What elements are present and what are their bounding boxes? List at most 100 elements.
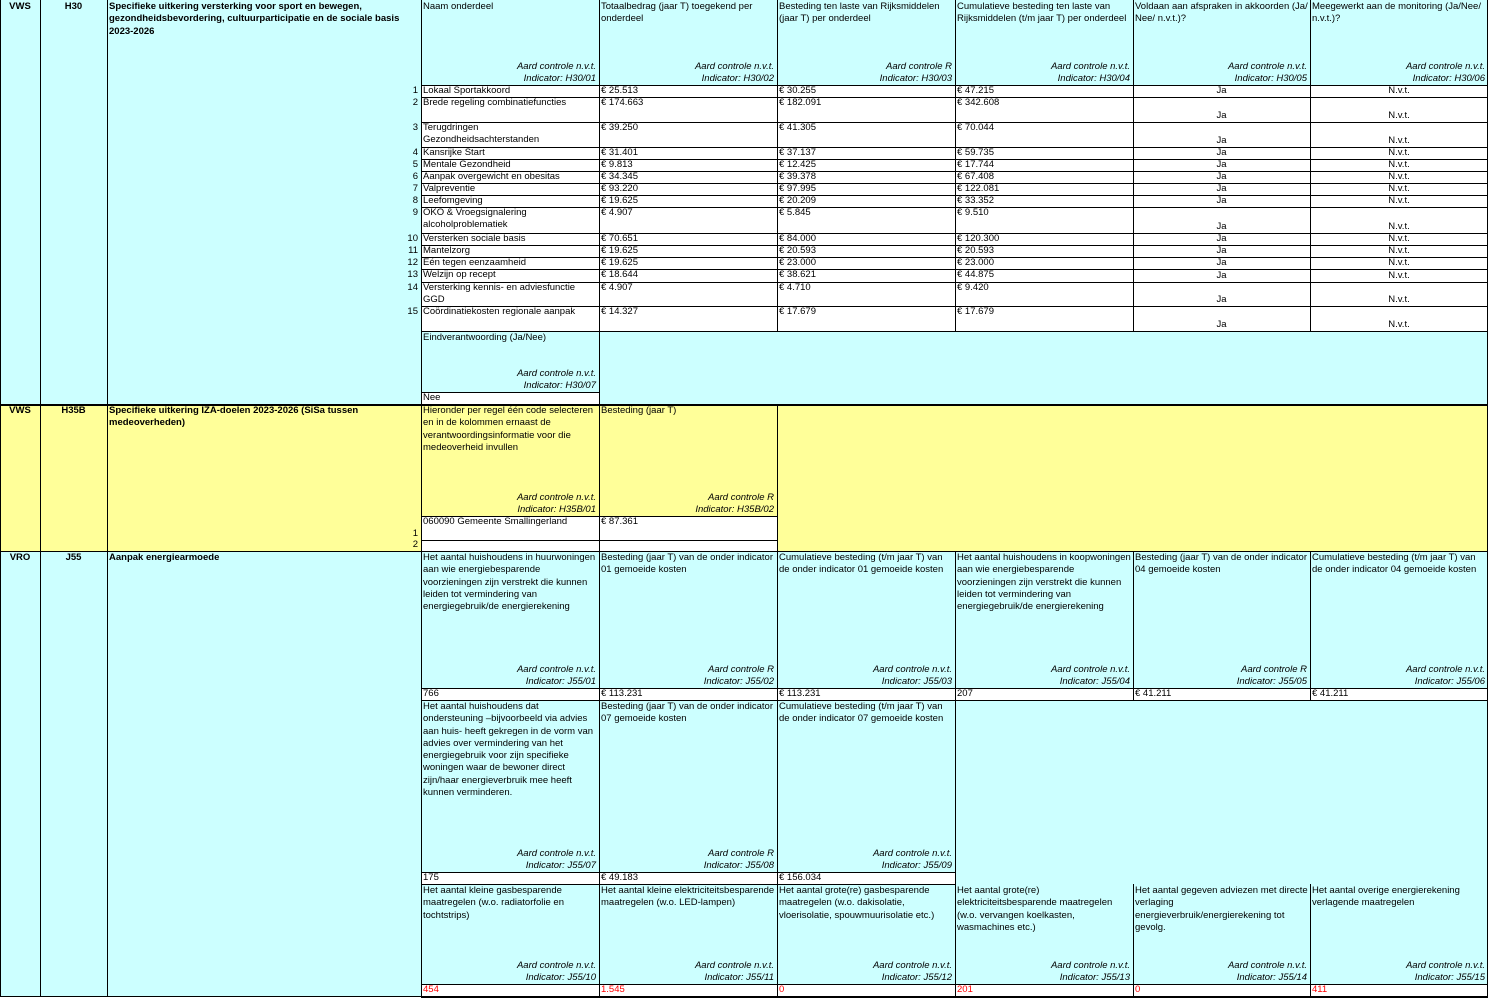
table-cell-spent[interactable]: € 30.255: [777, 85, 955, 97]
table-cell-monitoring[interactable]: N.v.t.: [1310, 245, 1488, 257]
table-cell-spent[interactable]: € 39.378: [777, 171, 955, 183]
medeoverheid-select[interactable]: [421, 540, 599, 551]
table-cell-monitoring[interactable]: N.v.t.: [1310, 233, 1488, 245]
table-cell-agreed[interactable]: Ja: [1133, 282, 1310, 306]
table-cell-cumulative[interactable]: € 70.044: [955, 122, 1133, 147]
table-cell-name[interactable]: OKO & Vroegsignalering alcoholproblemati…: [421, 207, 599, 233]
table-cell-agreed[interactable]: Ja: [1133, 171, 1310, 183]
table-cell-spent[interactable]: € 97.995: [777, 183, 955, 195]
table-cell-spent[interactable]: € 20.209: [777, 195, 955, 207]
table-cell-total[interactable]: € 93.220: [599, 183, 777, 195]
table-cell-agreed[interactable]: Ja: [1133, 269, 1310, 282]
table-cell-cumulative[interactable]: € 59.735: [955, 147, 1133, 159]
indicator-value[interactable]: 766: [421, 688, 599, 700]
table-cell-name[interactable]: Eén tegen eenzaamheid: [421, 257, 599, 269]
table-cell-spent[interactable]: € 182.091: [777, 97, 955, 122]
table-cell-cumulative[interactable]: € 44.875: [955, 269, 1133, 282]
table-cell-cumulative[interactable]: € 342.608: [955, 97, 1133, 122]
table-cell-monitoring[interactable]: N.v.t.: [1310, 195, 1488, 207]
table-cell-monitoring[interactable]: N.v.t.: [1310, 159, 1488, 171]
table-cell-name[interactable]: Lokaal Sportakkoord: [421, 85, 599, 97]
table-cell-cumulative[interactable]: € 67.408: [955, 171, 1133, 183]
table-cell-cumulative[interactable]: € 17.744: [955, 159, 1133, 171]
table-cell-total[interactable]: € 4.907: [599, 207, 777, 233]
table-cell-spent[interactable]: € 84.000: [777, 233, 955, 245]
table-cell-agreed[interactable]: Ja: [1133, 85, 1310, 97]
table-cell-cumulative[interactable]: € 33.352: [955, 195, 1133, 207]
table-cell-total[interactable]: € 18.644: [599, 269, 777, 282]
table-cell-spent[interactable]: € 38.621: [777, 269, 955, 282]
table-cell-spent[interactable]: € 5.845: [777, 207, 955, 233]
table-cell-agreed[interactable]: Ja: [1133, 159, 1310, 171]
table-cell-monitoring[interactable]: N.v.t.: [1310, 282, 1488, 306]
indicator-value[interactable]: 175: [421, 872, 599, 884]
table-cell-total[interactable]: € 25.513: [599, 85, 777, 97]
table-cell-cumulative[interactable]: € 23.000: [955, 257, 1133, 269]
table-cell-total[interactable]: € 19.625: [599, 257, 777, 269]
table-cell-total[interactable]: € 70.651: [599, 233, 777, 245]
indicator-value[interactable]: 207: [955, 688, 1133, 700]
table-cell-spent[interactable]: € 41.305: [777, 122, 955, 147]
table-cell-agreed[interactable]: Ja: [1133, 245, 1310, 257]
indicator-value[interactable]: € 41.211: [1133, 688, 1310, 700]
indicator-value[interactable]: € 156.034: [777, 872, 955, 884]
table-cell-monitoring[interactable]: N.v.t.: [1310, 257, 1488, 269]
table-cell-name[interactable]: Leefomgeving: [421, 195, 599, 207]
table-cell-total[interactable]: € 34.345: [599, 171, 777, 183]
table-cell-cumulative[interactable]: € 17.679: [955, 306, 1133, 331]
table-cell-monitoring[interactable]: N.v.t.: [1310, 171, 1488, 183]
table-cell-name[interactable]: Kansrijke Start: [421, 147, 599, 159]
table-cell-monitoring[interactable]: N.v.t.: [1310, 306, 1488, 331]
table-cell-agreed[interactable]: Ja: [1133, 233, 1310, 245]
table-cell-agreed[interactable]: Ja: [1133, 147, 1310, 159]
table-cell-total[interactable]: € 19.625: [599, 245, 777, 257]
table-cell-name[interactable]: Aanpak overgewicht en obesitas: [421, 171, 599, 183]
table-cell-spent[interactable]: € 20.593: [777, 245, 955, 257]
table-cell-cumulative[interactable]: € 9.420: [955, 282, 1133, 306]
table-cell-agreed[interactable]: Ja: [1133, 306, 1310, 331]
table-cell-total[interactable]: € 31.401: [599, 147, 777, 159]
medeoverheid-select[interactable]: 060090 Gemeente Smallingerland: [421, 516, 599, 540]
table-cell-spent[interactable]: € 4.710: [777, 282, 955, 306]
table-cell-name[interactable]: Versterken sociale basis: [421, 233, 599, 245]
table-cell-spent[interactable]: € 17.679: [777, 306, 955, 331]
table-cell-name[interactable]: Terugdringen Gezondheidsachterstanden: [421, 122, 599, 147]
indicator-value[interactable]: € 49.183: [599, 872, 777, 884]
table-cell-total[interactable]: € 4.907: [599, 282, 777, 306]
table-cell-agreed[interactable]: Ja: [1133, 195, 1310, 207]
table-cell-monitoring[interactable]: N.v.t.: [1310, 207, 1488, 233]
table-cell-name[interactable]: Mentale Gezondheid: [421, 159, 599, 171]
table-cell-monitoring[interactable]: N.v.t.: [1310, 122, 1488, 147]
table-cell-agreed[interactable]: Ja: [1133, 207, 1310, 233]
indicator-value[interactable]: € 113.231: [599, 688, 777, 700]
table-cell-name[interactable]: Welzijn op recept: [421, 269, 599, 282]
table-cell-spent[interactable]: [599, 540, 777, 551]
indicator-value[interactable]: € 113.231: [777, 688, 955, 700]
table-cell-total[interactable]: € 39.250: [599, 122, 777, 147]
table-cell-spent[interactable]: € 12.425: [777, 159, 955, 171]
table-cell-cumulative[interactable]: € 20.593: [955, 245, 1133, 257]
table-cell-name[interactable]: Coördinatiekosten regionale aanpak: [421, 306, 599, 331]
table-cell-name[interactable]: Valpreventie: [421, 183, 599, 195]
table-cell-name[interactable]: Brede regeling combinatiefuncties: [421, 97, 599, 122]
final-value[interactable]: Nee: [421, 392, 599, 404]
table-cell-total[interactable]: € 19.625: [599, 195, 777, 207]
table-cell-name[interactable]: Versterking kennis- en adviesfunctie GGD: [421, 282, 599, 306]
table-cell-spent[interactable]: € 37.137: [777, 147, 955, 159]
table-cell-monitoring[interactable]: N.v.t.: [1310, 147, 1488, 159]
table-cell-cumulative[interactable]: € 47.215: [955, 85, 1133, 97]
table-cell-agreed[interactable]: Ja: [1133, 97, 1310, 122]
table-cell-spent[interactable]: € 87.361: [599, 516, 777, 540]
table-cell-spent[interactable]: € 23.000: [777, 257, 955, 269]
table-cell-name[interactable]: Mantelzorg: [421, 245, 599, 257]
table-cell-total[interactable]: € 14.327: [599, 306, 777, 331]
table-cell-agreed[interactable]: Ja: [1133, 183, 1310, 195]
table-cell-agreed[interactable]: Ja: [1133, 122, 1310, 147]
table-cell-cumulative[interactable]: € 120.300: [955, 233, 1133, 245]
table-cell-monitoring[interactable]: N.v.t.: [1310, 97, 1488, 122]
table-cell-total[interactable]: € 174.663: [599, 97, 777, 122]
table-cell-monitoring[interactable]: N.v.t.: [1310, 183, 1488, 195]
table-cell-monitoring[interactable]: N.v.t.: [1310, 85, 1488, 97]
table-cell-cumulative[interactable]: € 9.510: [955, 207, 1133, 233]
table-cell-monitoring[interactable]: N.v.t.: [1310, 269, 1488, 282]
